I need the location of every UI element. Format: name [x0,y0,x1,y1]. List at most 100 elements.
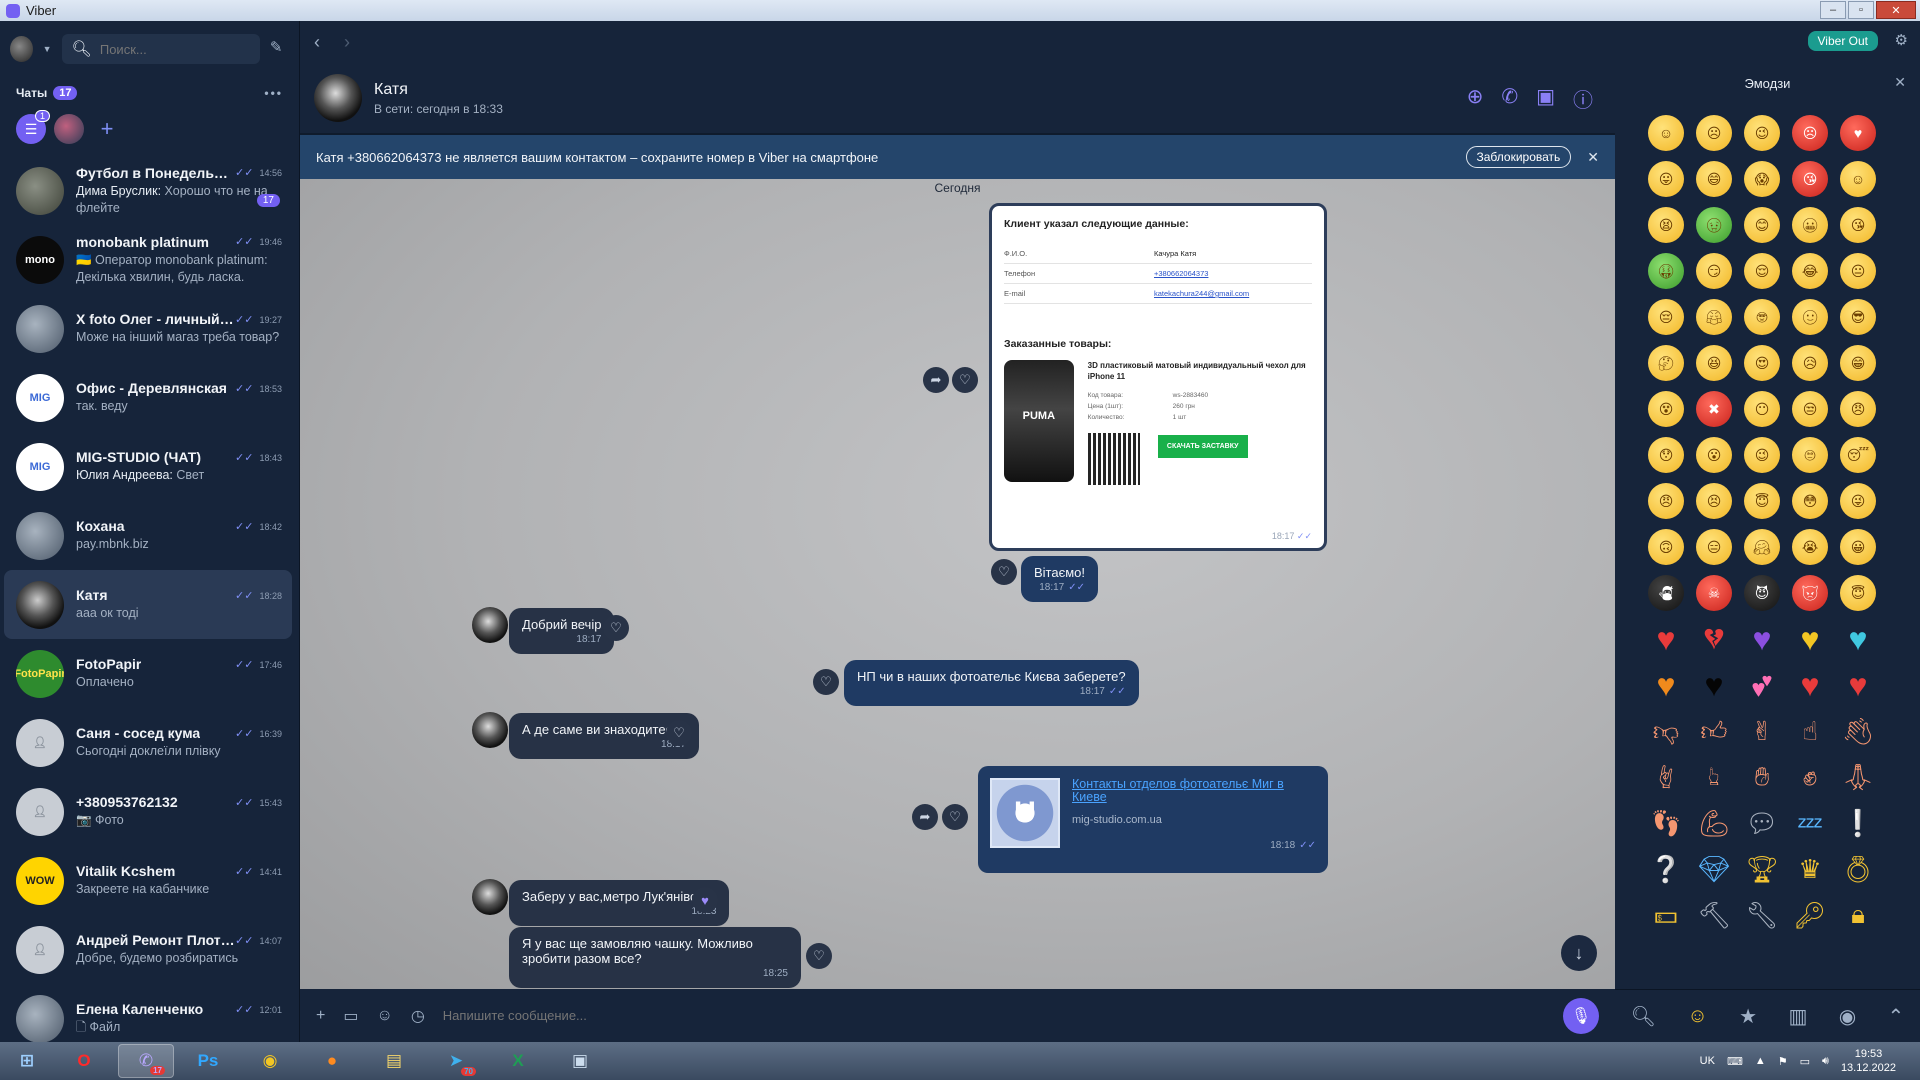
emoji-icon[interactable]: 🤗︎ [1744,529,1780,565]
emoji-icon[interactable]: 😌︎ [1744,253,1780,289]
emoji-icon[interactable]: 😔︎ [1648,299,1684,335]
chat-list-item[interactable]: Кохана ✓✓ 18:42 pay.mbnk.biz [4,501,292,570]
emoji-icon[interactable]: 🙃︎ [1648,529,1684,565]
emoji-icon[interactable]: 😆︎ [1696,345,1732,381]
emoji-icon[interactable]: 💪︎ [1696,805,1732,841]
emoji-icon[interactable]: 😮︎ [1696,437,1732,473]
telegram-taskbar-icon[interactable]: ➤ 70 [428,1044,484,1078]
like-icon[interactable]: ♡ [666,720,692,746]
emoji-icon[interactable]: 🤓︎ [1744,299,1780,335]
more-options-icon[interactable]: ••• [264,86,283,100]
firefox-icon[interactable]: ● [304,1044,360,1078]
chat-list-item[interactable]: MIG Офис - Деревлянская ✓✓ 18:53 так. вед… [4,363,292,432]
emoji-tab-icon[interactable]: ☺ [1687,1005,1707,1028]
forward-arrow-icon[interactable]: › [344,32,350,53]
chat-list-item[interactable]: WOW Vitalik Kcshem ✓✓ 14:41 Закреете на к… [4,846,292,915]
chat-list-item[interactable]: Футбол в Понедельник ✓✓ 14:56 Дима Брусли… [4,156,292,225]
emoji-icon[interactable]: 🔑︎ [1792,897,1828,933]
emoji-icon[interactable]: ♥ [1648,621,1684,657]
filter-folder-avatar[interactable] [54,114,84,144]
emoji-icon[interactable]: 😊︎ [1744,207,1780,243]
emoji-icon[interactable]: ♥ [1648,667,1684,703]
emoji-icon[interactable]: 💕︎ [1744,666,1780,703]
show-hidden-icons-icon[interactable]: ▲ [1755,1055,1766,1067]
emoji-icon[interactable]: ☠ [1696,575,1732,611]
network-icon[interactable]: ▭ [1800,1055,1810,1068]
search-icon[interactable]: 🔍︎ [1631,1004,1656,1029]
emoji-icon[interactable]: 💤︎ [1792,805,1828,841]
emoji-icon[interactable]: 👋︎ [1840,713,1876,749]
emoji-icon[interactable]: ❔ [1648,851,1684,887]
emoji-icon[interactable]: 💎︎ [1696,851,1732,887]
emoji-icon[interactable]: 🔨︎ [1696,897,1732,933]
emoji-icon[interactable]: ✊︎ [1792,759,1828,795]
timer-icon[interactable]: ◷ [411,1006,425,1026]
chat-list-item[interactable]: FotoPapir FotoPapir ✓✓ 17:46 Оплачено [4,639,292,708]
emoji-icon[interactable]: 😁︎ [1840,345,1876,381]
emoji-icon[interactable]: 🔧︎ [1744,897,1780,933]
emoji-icon[interactable]: 😠︎ [1648,483,1684,519]
emoji-icon[interactable]: 😥︎ [1792,345,1828,381]
chat-list-item[interactable]: 👤︎ Андрей Ремонт Плоттера ✓✓ 14:07 Добре,… [4,915,292,984]
emoji-icon[interactable]: 🙂︎ [1792,299,1828,335]
emoji-icon[interactable]: 🥷︎ [1648,575,1684,611]
emoji-icon[interactable]: 😳︎ [1792,483,1828,519]
compose-icon[interactable]: ✎ [270,38,289,60]
video-call-icon[interactable]: ▣ [1536,84,1555,113]
sender-avatar[interactable] [472,712,508,748]
emoji-icon[interactable]: 😐︎ [1840,253,1876,289]
emoji-icon[interactable]: 💔︎ [1696,620,1732,657]
emoji-icon[interactable]: 😜︎ [1840,483,1876,519]
keyboard-icon[interactable]: ⌨ [1727,1055,1743,1068]
emoji-icon[interactable]: 🤔︎ [1648,345,1684,381]
emoji-icon[interactable]: ♥ [1840,667,1876,703]
emoji-icon[interactable]: 😍︎ [1744,345,1780,381]
add-contact-icon[interactable]: ⊕ [1467,84,1484,113]
emoji-icon[interactable]: 😶︎ [1744,391,1780,427]
viber-out-button[interactable]: Viber Out [1807,31,1878,51]
scroll-down-button[interactable]: ↓ [1561,935,1597,971]
emoji-icon[interactable]: 💍︎ [1840,851,1876,887]
sticker-icon[interactable]: ☺ [376,1007,392,1025]
emoji-icon[interactable]: 👎︎ [1648,713,1684,749]
emoji-icon[interactable]: 😂︎ [1792,253,1828,289]
emoji-icon[interactable]: ✖ [1696,391,1732,427]
emoji-icon[interactable]: 👣︎ [1648,805,1684,841]
file-explorer-icon[interactable]: ▤ [366,1044,422,1078]
emoji-icon[interactable]: 😇︎ [1744,483,1780,519]
emoji-icon[interactable]: 😬︎ [1792,207,1828,243]
emoji-icon[interactable]: 😵︎ [1648,391,1684,427]
emoji-icon[interactable]: 😒︎ [1792,391,1828,427]
emoji-icon[interactable]: 😯︎ [1648,437,1684,473]
emoji-icon[interactable]: 🤢︎ [1696,207,1732,243]
sticker-pack-icon[interactable]: ◉ [1839,1004,1856,1029]
microphone-button[interactable]: 🎙︎ [1563,997,1599,1034]
emoji-icon[interactable]: 😘︎ [1792,161,1828,197]
sender-avatar[interactable] [472,607,508,643]
excel-icon[interactable]: X [490,1044,546,1078]
emoji-icon[interactable]: ☹ [1792,115,1828,151]
emoji-icon[interactable]: 😘︎ [1840,207,1876,243]
info-icon[interactable]: ⓘ [1573,84,1593,113]
emoji-icon[interactable]: 😭︎ [1792,529,1828,565]
like-icon[interactable]: ♡ [942,804,968,830]
add-folder-button[interactable]: + [92,114,122,144]
emoji-icon[interactable]: ♥ [1792,667,1828,703]
maximize-button[interactable]: ▫ [1848,1,1874,19]
emoji-icon[interactable]: 😏︎ [1696,253,1732,289]
clock[interactable]: 19:53 13.12.2022 [1841,1047,1896,1075]
chrome-icon[interactable]: ◉ [242,1044,298,1078]
emoji-icon[interactable]: ♥ [1792,621,1828,657]
like-icon[interactable]: ♡ [952,367,978,393]
emoji-icon[interactable]: 🤑︎ [1648,253,1684,289]
chat-list-item[interactable]: Катя ✓✓ 18:28 ааа ок тоді [4,570,292,639]
emoji-icon[interactable]: 😑︎ [1696,529,1732,565]
emoji-icon[interactable]: 😉︎ [1744,115,1780,151]
sticker-pack-icon[interactable]: ▥ [1788,1004,1807,1029]
message-input[interactable] [442,1008,1545,1023]
link-title[interactable]: Контакты отделов фотоательє Миг в Киеве [1072,778,1316,804]
emoji-icon[interactable]: ♥ [1696,667,1732,703]
emoji-icon[interactable]: ♥ [1744,621,1780,657]
photoshop-icon[interactable]: Ps [180,1044,236,1078]
emoji-icon[interactable]: 😛︎ [1648,161,1684,197]
